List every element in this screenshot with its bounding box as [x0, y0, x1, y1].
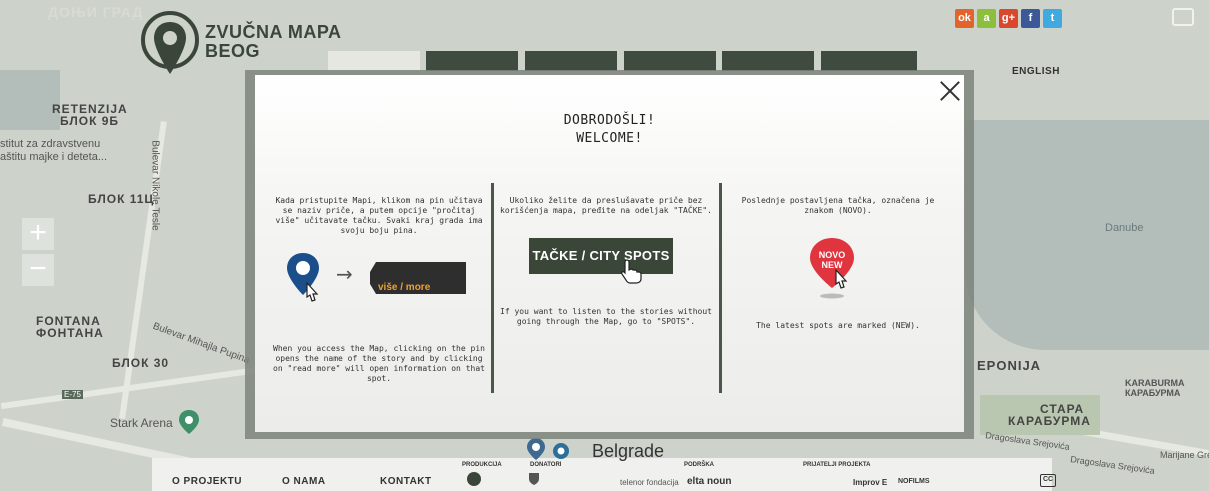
modal-title-sr: DOBRODOŠLI! [563, 113, 656, 128]
pin-instructions-en: When you access the Map, clicking on the… [273, 344, 485, 383]
new-badge-text: NOVO NEW [806, 250, 858, 270]
stark-arena-pin-icon[interactable] [178, 409, 200, 435]
map-label: ДОЊИ ГРАД [48, 4, 144, 20]
close-icon[interactable] [937, 78, 963, 104]
map-label: KARABURMA [1125, 378, 1185, 388]
map-label: E-75 [62, 390, 83, 399]
city-spots-button[interactable]: TAČKE / CITY SPOTS [529, 238, 673, 274]
nav-item[interactable] [722, 51, 814, 71]
new-badge-line-2: NEW [821, 260, 843, 270]
closed-captions-icon[interactable]: CC [1040, 474, 1056, 487]
hand-cursor-icon [621, 259, 642, 284]
map-label: БЛОК 9Б [60, 114, 120, 128]
pin-instructions-sr: Kada pristupite Mapi, klikom na pin učit… [275, 196, 483, 235]
modal-title-en: WELCOME! [576, 131, 643, 146]
zoom-in-button[interactable]: + [22, 218, 54, 250]
fullscreen-icon[interactable] [1172, 8, 1194, 26]
belgrade-pin-icon [527, 438, 545, 460]
map-label: БЛОК 11Ц [88, 192, 155, 206]
map-pin-icon [287, 253, 319, 302]
telenor-fondacija-logo[interactable]: telenor fondacija [620, 478, 679, 487]
river-water-left [0, 70, 60, 130]
language-switch-english[interactable]: ENGLISH [1012, 66, 1060, 77]
footer-heading-prijatelji: PRIJATELJI PROJEKTA [803, 462, 871, 468]
improve-logo[interactable]: Improv E [853, 478, 887, 487]
map-label: aštitu majke i deteta... [0, 151, 107, 163]
map-label: EPONIJA [977, 358, 1042, 373]
nofilms-logo[interactable]: NOFILMS [898, 478, 930, 485]
more-label: više / more [378, 282, 431, 293]
footer-link-o-projektu[interactable]: O PROJEKTU [172, 476, 242, 487]
spots-instructions-sr: Ukoliko želite da preslušavate priče bez… [500, 196, 712, 215]
nav-item[interactable] [426, 51, 518, 71]
map-label: КАРАБУРМА [1125, 388, 1181, 398]
partner-logo[interactable]: elta noun [687, 476, 731, 487]
arrow-right-icon: → [336, 262, 353, 286]
map-label: БЛОК 30 [112, 356, 170, 370]
river-water [965, 120, 1209, 350]
zoom-out-button[interactable]: − [22, 254, 54, 286]
map-label: КАРАБУРМА [1008, 414, 1091, 428]
footer-heading-donatori: DONATORI [530, 462, 562, 468]
social-links: ok a g+ f t [955, 9, 1062, 28]
google-plus-icon[interactable]: g+ [999, 9, 1018, 28]
column-divider [719, 183, 722, 393]
twitter-icon[interactable]: t [1043, 9, 1062, 28]
column-divider [491, 183, 494, 393]
map-label: Stark Arena [110, 416, 173, 430]
map-label: stitut za zdravstvenu [0, 138, 101, 150]
odnoklassniki-icon[interactable]: ok [955, 9, 974, 28]
belgrade-logo-text: Belgrade [592, 441, 665, 461]
spots-instructions-en: If you want to listen to the stories wit… [500, 307, 712, 326]
new-badge-line-1: NOVO [818, 250, 846, 260]
coat-of-arms-icon[interactable] [528, 472, 540, 486]
nav-item[interactable] [821, 51, 917, 71]
android-icon[interactable]: a [977, 9, 996, 28]
logo-line-1: ZVUČNA MAPA [205, 22, 342, 42]
new-instructions-sr: Poslednje postavljena tačka, označena je… [741, 196, 935, 215]
logo-pin-icon[interactable] [140, 10, 200, 82]
nav-item[interactable] [525, 51, 617, 71]
nav-item[interactable] [328, 51, 420, 71]
produkcija-logo-icon[interactable] [466, 470, 482, 488]
modal-title: DOBRODOŠLI! WELCOME! [255, 112, 964, 148]
belgrade-logo-icon [553, 443, 569, 459]
new-instructions-en: The latest spots are marked (NEW). [756, 321, 920, 330]
map-label: Dragoslava Srejovića [1069, 454, 1156, 476]
map-label: Danube [1105, 222, 1144, 234]
map-label: Bulevar Nikole Tesle [149, 140, 161, 231]
map-label: Marijane Gre [1160, 450, 1209, 460]
footer-heading-produkcija: PRODUKCIJA [462, 462, 502, 468]
footer-link-o-nama[interactable]: O NAMA [282, 476, 326, 487]
site-logo-text[interactable]: ZVUČNA MAPA BEOG [205, 23, 342, 61]
logo-line-2: BEOG [205, 41, 261, 61]
footer-link-kontakt[interactable]: KONTAKT [380, 476, 432, 487]
nav-item[interactable] [624, 51, 716, 71]
map-label: ФОНТАНА [36, 326, 104, 340]
facebook-icon[interactable]: f [1021, 9, 1040, 28]
footer-heading-podrska: PODRŠKA [684, 462, 715, 468]
